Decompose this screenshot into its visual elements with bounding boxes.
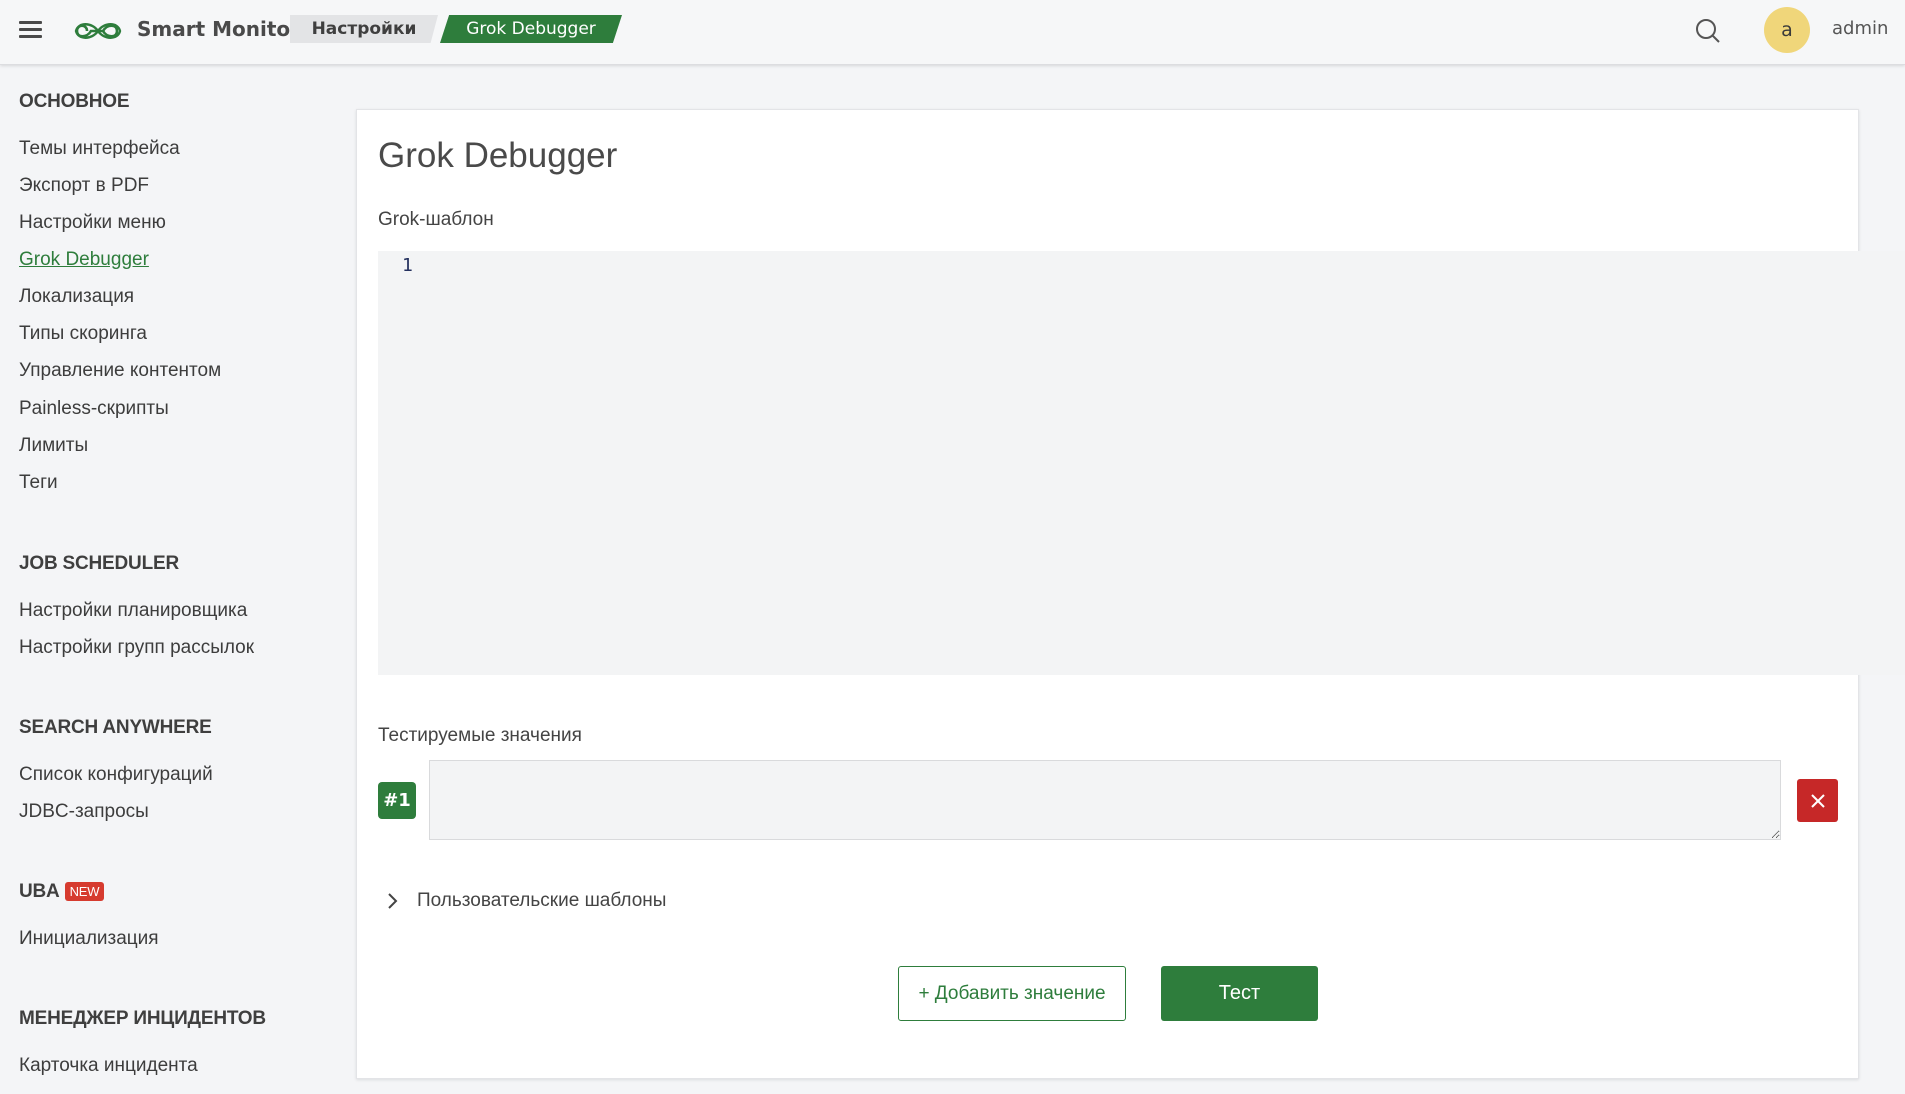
sidebar-item-incident-card[interactable]: Карточка инцидента [19,1055,198,1077]
sidebar-item-menu-settings[interactable]: Настройки меню [19,212,166,234]
menu-icon[interactable] [19,21,42,39]
chevron-right-icon [388,893,398,909]
search-icon[interactable] [1694,17,1722,45]
editor-line-number: 1 [402,255,413,276]
username[interactable]: admin [1832,18,1888,39]
sidebar-item-painless-scripts[interactable]: Painless-скрипты [19,398,169,420]
sidebar-item-tags[interactable]: Теги [19,472,58,494]
grok-pattern-editor[interactable]: 1 [378,251,1905,675]
custom-templates-label: Пользовательские шаблоны [417,890,667,911]
section-title-incident-manager: МЕНЕДЖЕР ИНЦИДЕНТОВ [19,1008,266,1029]
sidebar-item-jdbc-queries[interactable]: JDBC-запросы [19,801,149,823]
sidebar-item-localization[interactable]: Локализация [19,286,134,308]
section-title-search-anywhere: SEARCH ANYWHERE [19,717,212,738]
new-badge: NEW [64,882,105,902]
add-value-button[interactable]: + Добавить значение [898,966,1126,1021]
sidebar-item-grok-debugger[interactable]: Grok Debugger [19,249,149,271]
test-button[interactable]: Тест [1161,966,1318,1021]
sidebar-item-scheduler-settings[interactable]: Настройки планировщика [19,600,247,622]
page-title: Grok Debugger [378,136,618,175]
breadcrumb-settings[interactable]: Настройки [290,15,438,43]
sidebar-item-initialization[interactable]: Инициализация [19,928,159,950]
section-title-uba: UBA NEW [19,881,105,903]
breadcrumb-current: Grok Debugger [440,15,622,43]
test-value-input[interactable] [429,760,1781,840]
infinity-logo-icon [74,23,122,39]
sidebar-item-mailing-groups[interactable]: Настройки групп рассылок [19,637,254,659]
sidebar-item-limits[interactable]: Лимиты [19,435,88,457]
custom-templates-toggle[interactable]: Пользовательские шаблоны [385,890,666,912]
section-title-uba-label: UBA [19,881,60,902]
sidebar-item-content-management[interactable]: Управление контентом [19,360,221,382]
sidebar-item-scoring-types[interactable]: Типы скоринга [19,323,147,345]
close-icon [1810,793,1825,808]
section-title-job-scheduler: JOB SCHEDULER [19,553,179,574]
grok-pattern-label: Grok-шаблон [378,209,494,230]
app-name: Smart Monitor [137,17,301,41]
delete-value-button[interactable] [1797,779,1838,822]
section-title-basic: ОСНОВНОЕ [19,91,130,112]
sidebar-item-themes[interactable]: Темы интерфейса [19,138,180,160]
sidebar-item-config-list[interactable]: Список конфигураций [19,764,213,786]
top-bar: Smart Monitor Настройки Grok Debugger a … [0,0,1905,65]
sidebar-item-pdf-export[interactable]: Экспорт в PDF [19,175,149,197]
value-index-badge: #1 [378,782,416,819]
test-values-label: Тестируемые значения [378,725,582,746]
avatar[interactable]: a [1764,7,1810,53]
